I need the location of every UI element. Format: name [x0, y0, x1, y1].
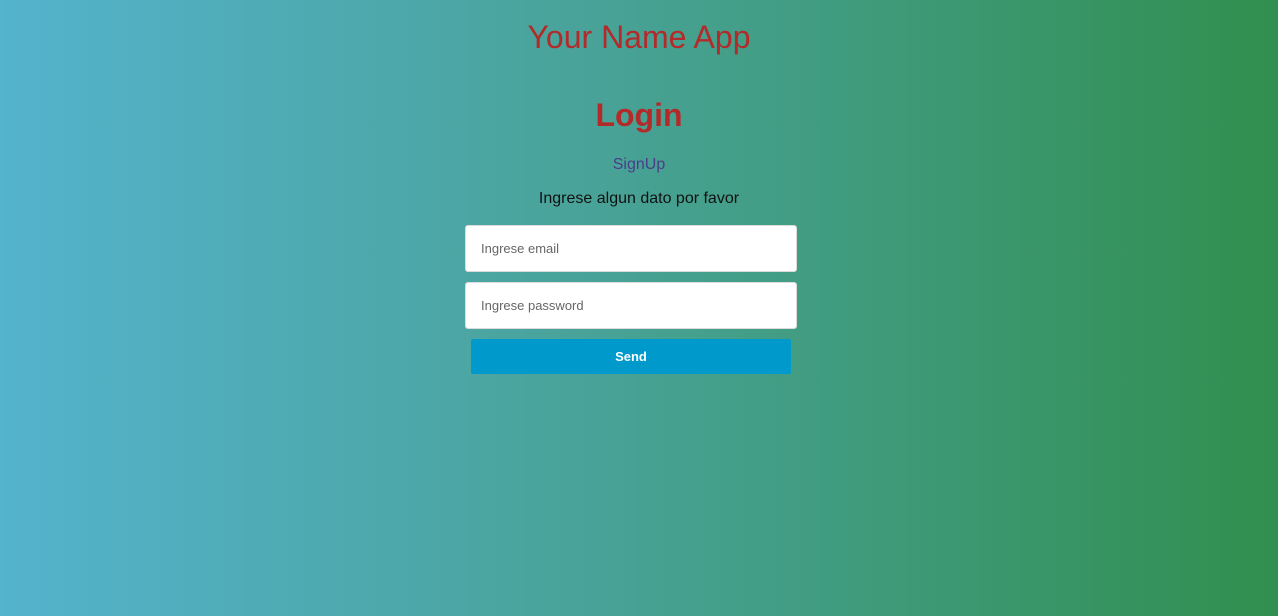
signup-link[interactable]: SignUp — [613, 156, 665, 173]
login-heading: Login — [595, 97, 683, 133]
send-button[interactable]: Send — [471, 339, 791, 374]
form-hint: Ingrese algun dato por favor — [538, 190, 740, 207]
app-title: Your Name App — [527, 19, 751, 55]
email-input[interactable] — [465, 225, 797, 272]
password-input[interactable] — [465, 282, 797, 329]
signup-link-container: SignUp — [0, 156, 1278, 174]
